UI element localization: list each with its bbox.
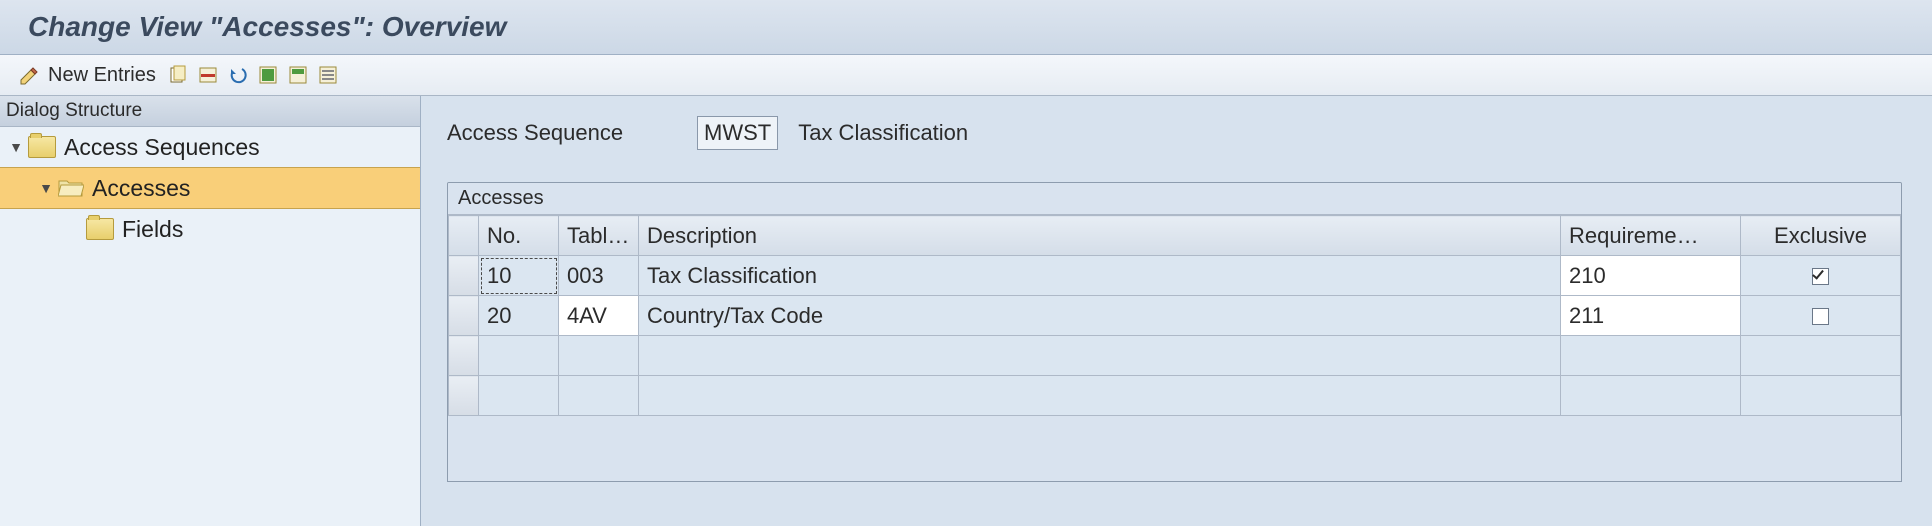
delete-icon[interactable] xyxy=(196,63,220,87)
dialog-structure-tree: ▼ Access Sequences ▼ Accesses Fields xyxy=(0,127,420,526)
tree-node-accesses[interactable]: ▼ Accesses xyxy=(0,167,420,209)
application-toolbar: New Entries xyxy=(0,55,1932,96)
cell-no[interactable]: 20 xyxy=(479,296,559,336)
content-panel: Access Sequence MWST Tax Classification … xyxy=(421,96,1932,526)
cell-exclusive[interactable] xyxy=(1741,256,1901,296)
table-header-row: No. Tabl… Description Requireme… Exclusi… xyxy=(449,216,1901,256)
main-area: Dialog Structure ▼ Access Sequences ▼ Ac… xyxy=(0,96,1932,526)
cell-requirement[interactable]: 211 xyxy=(1561,296,1741,336)
column-header-table[interactable]: Tabl… xyxy=(559,216,639,256)
checkbox-unchecked-icon[interactable] xyxy=(1812,308,1829,325)
column-header-no[interactable]: No. xyxy=(479,216,559,256)
dialog-structure-panel: Dialog Structure ▼ Access Sequences ▼ Ac… xyxy=(0,96,421,526)
cell-table[interactable]: 4AV xyxy=(559,296,639,336)
access-sequence-label: Access Sequence xyxy=(447,120,677,146)
copy-as-icon[interactable] xyxy=(166,63,190,87)
cell-description[interactable]: Country/Tax Code xyxy=(639,296,1561,336)
row-selector[interactable] xyxy=(449,296,479,336)
accesses-table-title: Accesses xyxy=(448,183,1901,215)
tree-node-label: Accesses xyxy=(92,175,190,202)
access-sequence-code: MWST xyxy=(697,116,778,150)
page-title: Change View "Accesses": Overview xyxy=(28,11,506,43)
toggle-change-icon[interactable] xyxy=(18,63,42,87)
access-sequence-row: Access Sequence MWST Tax Classification xyxy=(447,116,1932,150)
column-header-description[interactable]: Description xyxy=(639,216,1561,256)
cell-description[interactable]: Tax Classification xyxy=(639,256,1561,296)
tree-node-label: Access Sequences xyxy=(64,134,260,161)
access-sequence-description: Tax Classification xyxy=(798,120,968,146)
cell-table[interactable]: 003 xyxy=(559,256,639,296)
folder-open-icon xyxy=(58,178,84,198)
column-header-requirement[interactable]: Requireme… xyxy=(1561,216,1741,256)
accesses-table-box: Accesses No. Tabl… Description xyxy=(447,182,1902,482)
cell-requirement[interactable]: 210 xyxy=(1561,256,1741,296)
table-row[interactable]: 20 4AV Country/Tax Code 211 xyxy=(449,296,1901,336)
tree-node-access-sequences[interactable]: ▼ Access Sequences xyxy=(0,127,420,167)
table-row-empty[interactable] xyxy=(449,376,1901,416)
folder-closed-icon xyxy=(86,218,114,240)
select-block-icon[interactable] xyxy=(286,63,310,87)
cell-no[interactable]: 10 xyxy=(479,256,559,296)
folder-closed-icon xyxy=(28,136,56,158)
row-selector[interactable] xyxy=(449,376,479,416)
table-row[interactable]: 10 003 Tax Classification 210 xyxy=(449,256,1901,296)
row-selector[interactable] xyxy=(449,256,479,296)
checkbox-checked-icon[interactable] xyxy=(1812,268,1829,285)
title-bar: Change View "Accesses": Overview xyxy=(0,0,1932,55)
tree-node-label: Fields xyxy=(122,216,183,243)
table-row-empty[interactable] xyxy=(449,336,1901,376)
accesses-table: No. Tabl… Description Requireme… Exclusi… xyxy=(448,215,1901,416)
new-entries-button[interactable]: New Entries xyxy=(48,64,156,87)
deselect-all-icon[interactable] xyxy=(316,63,340,87)
select-all-icon[interactable] xyxy=(256,63,280,87)
expand-collapse-icon[interactable]: ▼ xyxy=(38,180,54,196)
expand-collapse-icon[interactable]: ▼ xyxy=(8,139,24,155)
cell-exclusive[interactable] xyxy=(1741,296,1901,336)
dialog-structure-header: Dialog Structure xyxy=(0,96,420,127)
column-header-selector[interactable] xyxy=(449,216,479,256)
column-header-exclusive[interactable]: Exclusive xyxy=(1741,216,1901,256)
tree-node-fields[interactable]: Fields xyxy=(0,209,420,249)
row-selector[interactable] xyxy=(449,336,479,376)
undo-icon[interactable] xyxy=(226,63,250,87)
